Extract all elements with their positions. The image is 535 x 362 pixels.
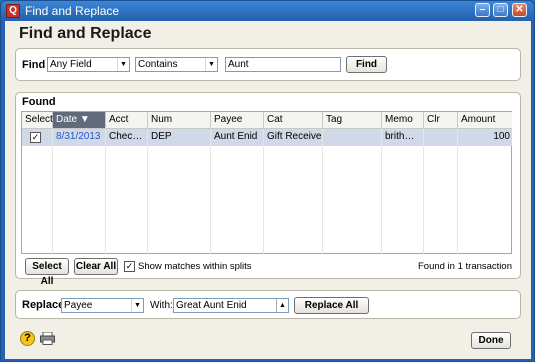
column-divider xyxy=(457,129,458,255)
column-divider xyxy=(423,129,424,255)
column-divider xyxy=(105,129,106,255)
with-label: With: xyxy=(150,300,173,311)
find-replace-window: Q Find and Replace – □ ✕ Find and Replac… xyxy=(0,0,535,362)
find-panel: Find Any Field ▼ Contains ▼ Aunt Find xyxy=(15,48,521,81)
row-clr xyxy=(424,129,458,146)
printer-icon[interactable] xyxy=(40,331,55,345)
quicken-app-icon[interactable]: Q xyxy=(6,4,20,18)
column-header-select[interactable]: Select xyxy=(22,112,53,129)
replace-field-select[interactable]: Payee ▼ xyxy=(61,298,144,313)
results-table: Select Date ▼ Acct Num Payee Cat Tag Mem… xyxy=(21,111,512,255)
find-operator-value: Contains xyxy=(138,59,178,70)
page-title: Find and Replace xyxy=(19,25,152,42)
clear-all-button[interactable]: Clear All xyxy=(74,258,118,275)
row-cat: Gift Received xyxy=(267,131,323,142)
title-bar[interactable]: Q Find and Replace – □ ✕ xyxy=(1,1,534,21)
help-icon[interactable]: ? xyxy=(20,331,35,346)
row-select-checkbox[interactable]: ✓ xyxy=(30,132,41,143)
found-status: Found in 1 transaction xyxy=(417,261,512,272)
find-text-input[interactable]: Aunt xyxy=(225,57,341,72)
column-header-clr[interactable]: Clr xyxy=(424,112,458,129)
column-header-date[interactable]: Date ▼ xyxy=(53,112,106,129)
replace-with-input[interactable]: Great Aunt Enid ▲ xyxy=(173,298,289,313)
table-row[interactable]: ✓ 8/31/2013 Chec… DEP Aunt Enid Gift Rec… xyxy=(22,129,512,146)
column-divider xyxy=(210,129,211,255)
find-label: Find xyxy=(22,59,46,71)
column-header-cat[interactable]: Cat xyxy=(264,112,323,129)
row-acct: Chec… xyxy=(109,131,143,142)
find-field-select[interactable]: Any Field ▼ xyxy=(47,57,130,72)
dialog-body: Find and Replace Find Any Field ▼ Contai… xyxy=(5,21,531,359)
minimize-button[interactable]: – xyxy=(475,3,490,17)
show-matches-checkbox[interactable]: ✓ xyxy=(124,261,135,272)
row-tag xyxy=(323,129,382,146)
chevron-down-icon[interactable]: ▼ xyxy=(205,58,217,71)
column-header-amount[interactable]: Amount xyxy=(458,112,512,129)
row-date: 8/31/2013 xyxy=(56,131,101,142)
chevron-down-icon[interactable]: ▼ xyxy=(117,58,129,71)
column-divider xyxy=(322,129,323,255)
select-all-button[interactable]: Select All xyxy=(25,258,69,287)
replace-label: Replace xyxy=(22,299,65,311)
column-divider xyxy=(263,129,264,255)
found-label: Found xyxy=(22,96,56,108)
column-header-memo[interactable]: Memo xyxy=(382,112,424,129)
column-header-tag[interactable]: Tag xyxy=(323,112,382,129)
column-divider xyxy=(381,129,382,255)
column-divider xyxy=(147,129,148,255)
column-header-num[interactable]: Num xyxy=(148,112,211,129)
show-matches-label[interactable]: Show matches within splits xyxy=(138,261,252,272)
row-num: DEP xyxy=(151,131,172,142)
column-header-acct[interactable]: Acct xyxy=(106,112,148,129)
column-header-payee[interactable]: Payee xyxy=(211,112,264,129)
find-operator-select[interactable]: Contains ▼ xyxy=(135,57,218,72)
replace-all-button[interactable]: Replace All xyxy=(294,297,369,314)
replace-with-value: Great Aunt Enid xyxy=(176,300,247,311)
column-divider xyxy=(52,129,53,255)
find-field-value: Any Field xyxy=(50,59,92,70)
replace-field-value: Payee xyxy=(64,300,93,311)
found-panel: Found Select Date ▼ Acct Num Payee Cat T… xyxy=(15,92,521,287)
row-amount: 100 xyxy=(493,131,510,142)
chevron-down-icon[interactable]: ▼ xyxy=(131,299,143,312)
swap-arrows-icon[interactable]: ▲ xyxy=(276,299,288,312)
replace-panel: Replace Payee ▼ With: Great Aunt Enid ▲ … xyxy=(15,290,521,319)
row-payee: Aunt Enid xyxy=(214,131,258,142)
row-memo: brith… xyxy=(385,131,415,142)
close-button[interactable]: ✕ xyxy=(512,3,527,17)
find-button[interactable]: Find xyxy=(346,56,387,73)
done-button[interactable]: Done xyxy=(471,332,511,349)
window-title: Find and Replace xyxy=(25,4,120,18)
maximize-button[interactable]: □ xyxy=(493,3,508,17)
